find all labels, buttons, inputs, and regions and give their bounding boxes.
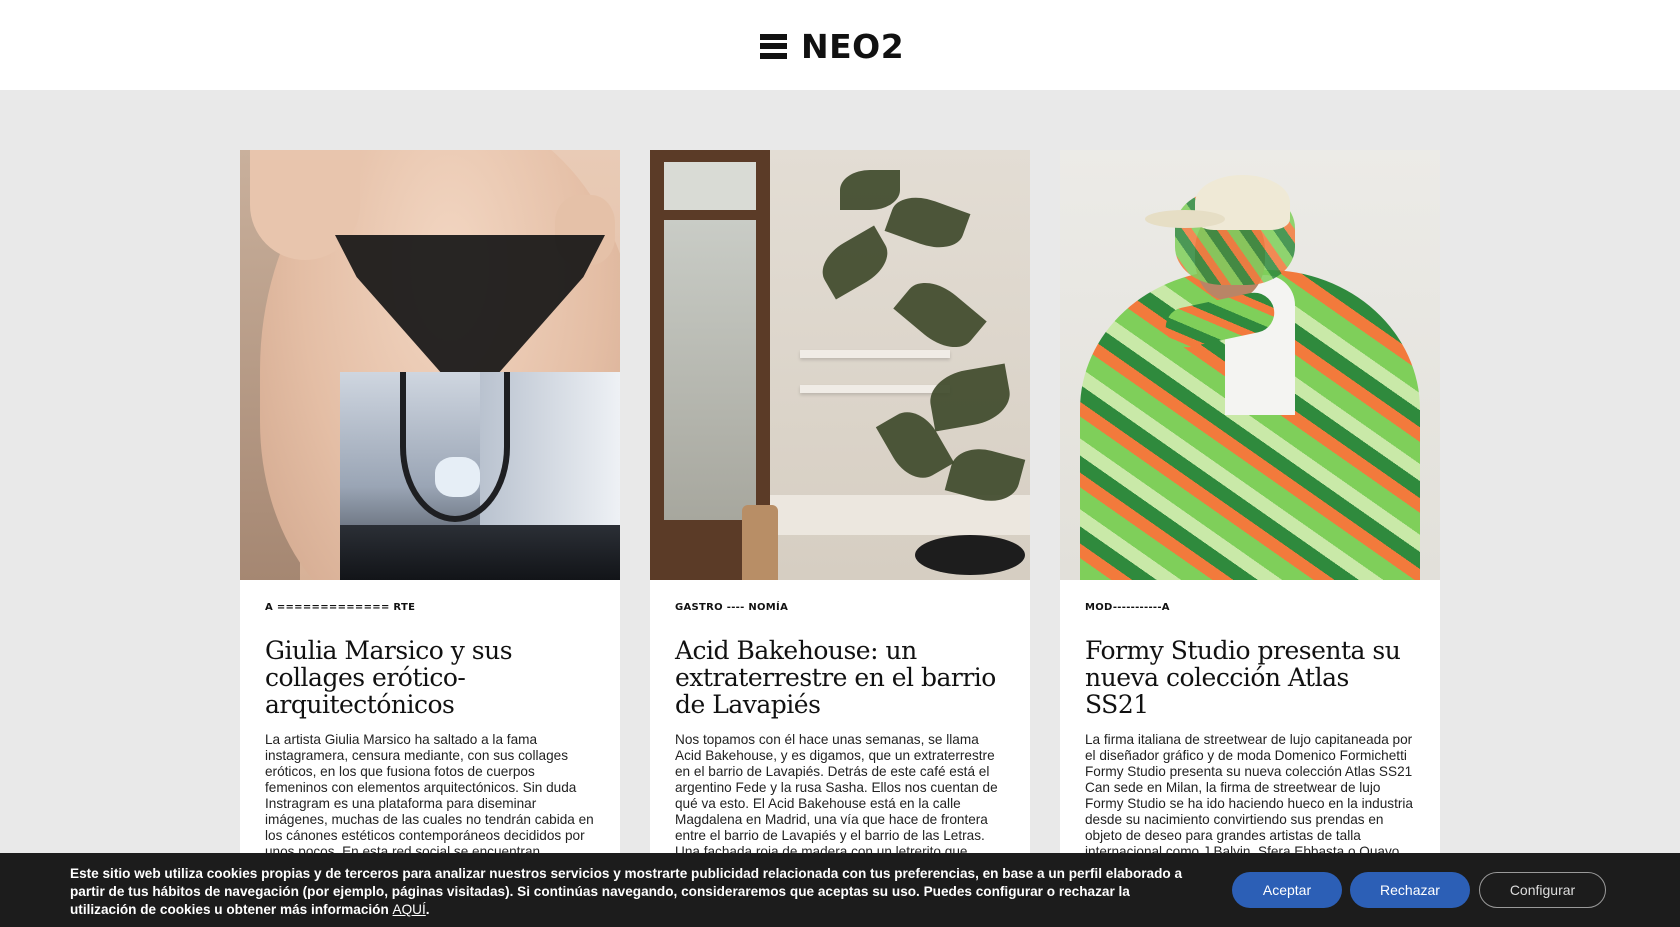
cookie-banner: Este sitio web utiliza cookies propias y… [0,853,1680,927]
hamburger-menu-icon[interactable] [760,33,787,59]
article-image-acid-bakehouse[interactable] [650,150,1030,580]
article-category[interactable]: MOD-----------A [1085,602,1415,613]
article-card[interactable]: A ============= RTE Giulia Marsico y sus… [240,150,620,910]
cookie-message-text: Este sitio web utiliza cookies propias y… [70,866,1183,917]
article-category[interactable]: A ============= RTE [265,602,595,613]
cookie-message-suffix: . [425,902,430,917]
site-header: NEO2 [0,0,1680,90]
article-card[interactable]: GASTRO ---- NOMÍA Acid Bakehouse: un ext… [650,150,1030,910]
article-image-formy-studio[interactable] [1060,150,1440,580]
reject-cookies-button[interactable]: Rechazar [1350,872,1470,908]
article-title[interactable]: Giulia Marsico y sus collages erótico-ar… [265,637,595,718]
site-logo[interactable]: NEO2 [760,30,904,63]
configure-cookies-button[interactable]: Configurar [1479,872,1606,908]
article-card[interactable]: MOD-----------A Formy Studio presenta su… [1060,150,1440,910]
article-title[interactable]: Acid Bakehouse: un extraterrestre en el … [675,637,1005,718]
logo-text[interactable]: NEO2 [801,30,904,63]
article-category[interactable]: GASTRO ---- NOMÍA [675,602,1005,613]
article-image-giulia-marsico[interactable] [240,150,620,580]
article-title[interactable]: Formy Studio presenta su nueva colección… [1085,637,1415,718]
cookie-info-link[interactable]: AQUÍ [393,902,426,917]
accept-cookies-button[interactable]: Aceptar [1232,872,1342,908]
cookie-message: Este sitio web utiliza cookies propias y… [70,865,1190,919]
